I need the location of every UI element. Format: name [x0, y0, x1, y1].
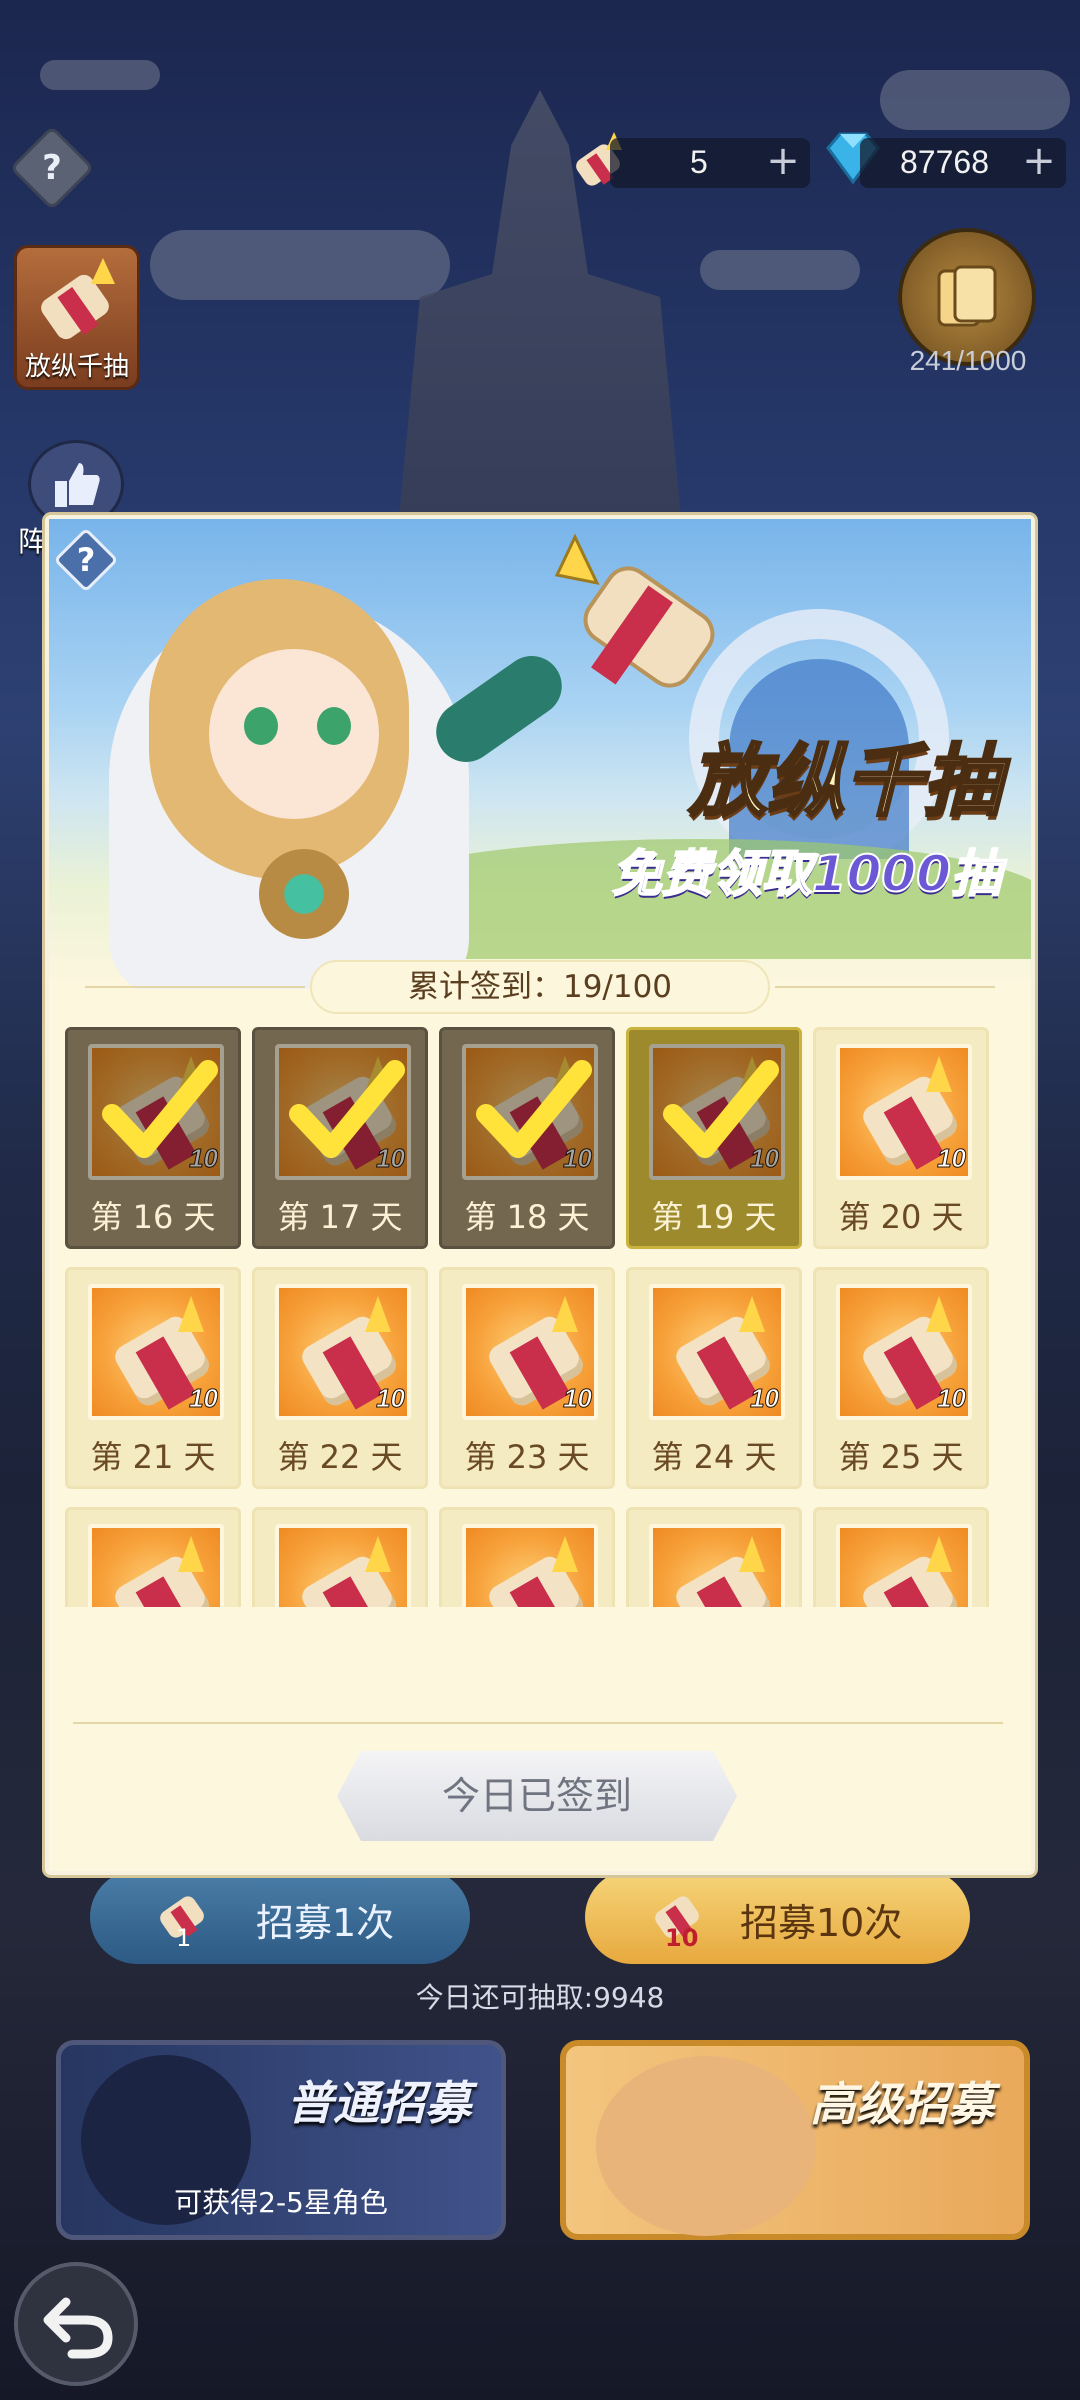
day-reward-grid[interactable]: 10 第 16 天 10 第 17 天 10 第 18 天 10 第 19 天 10 第 20 天… [65, 1027, 1015, 1607]
event-thousand-draws-button[interactable]: 放纵千抽 [14, 245, 140, 390]
ticket-count: 5 [690, 144, 708, 180]
reward-quantity: 10 [750, 1383, 780, 1414]
reward-quantity: 10 [937, 1383, 967, 1414]
banner-character-eye [244, 707, 278, 745]
day-label: 第 24 天 [651, 1438, 777, 1476]
recruit-once-cost: 1 [176, 1924, 192, 1952]
question-icon: ? [42, 148, 62, 188]
sign-in-progress: 累计签到：19/100 [310, 960, 770, 1014]
add-ticket-button[interactable]: + [764, 141, 802, 182]
reward-quantity: 10 [376, 1383, 406, 1414]
reward-scroll-icon: 10 [836, 1524, 972, 1607]
advanced-recruit-title: 高级招募 [810, 2077, 994, 2131]
banner-character-eye [317, 707, 351, 745]
day-reward-cell[interactable]: 10 第 18 天 [439, 1027, 615, 1249]
day-reward-cell[interactable]: 10 第 23 天 [439, 1267, 615, 1489]
reward-scroll-icon: 10 [275, 1524, 411, 1607]
day-label: 第 20 天 [838, 1198, 964, 1236]
day-label: 第 19 天 [651, 1198, 777, 1236]
reward-scroll-icon: 10 [836, 1284, 972, 1420]
sign-in-popup: 放纵千抽 免费领取1000抽 ? 累计签到：19/100 10 第 16 天 10 第… [45, 515, 1035, 1875]
pool-progress: 241/1000 [909, 345, 1027, 376]
day-label: 第 25 天 [838, 1438, 964, 1476]
day-reward-cell[interactable]: 10 第 16 天 [65, 1027, 241, 1249]
event-subtitle: 免费领取1000抽 [611, 844, 1002, 904]
day-label: 第 21 天 [90, 1438, 216, 1476]
popup-help-button[interactable]: ? [53, 527, 119, 593]
lineup-label: 阵 [18, 525, 47, 558]
day-label: 第 22 天 [277, 1438, 403, 1476]
recruit-ten-cost: 10 [665, 1924, 699, 1952]
recruit-ten-button[interactable]: 10 招募10次 [585, 1870, 970, 1964]
day-reward-cell[interactable]: 10 第 20 天 [813, 1027, 989, 1249]
reward-scroll-icon: 10 [649, 1524, 785, 1607]
banner-character-face [209, 649, 379, 819]
scroll-icon [41, 258, 115, 340]
day-reward-cell[interactable]: 10第 29 天 [626, 1507, 802, 1607]
day-reward-cell[interactable]: 10 第 24 天 [626, 1267, 802, 1489]
reward-scroll-icon: 10 [88, 1524, 224, 1607]
advanced-recruit-character-art [596, 2056, 816, 2236]
reward-scroll-icon: 10 [649, 1284, 785, 1420]
reward-quantity: 10 [189, 1383, 219, 1414]
question-icon: ? [76, 541, 96, 579]
day-reward-cell[interactable]: 10 第 19 天 [626, 1027, 802, 1249]
card-deck-icon [937, 265, 997, 327]
normal-recruit-subtitle: 可获得2-5星角色 [174, 2186, 388, 2219]
remaining-draws-text: 今日还可抽取:9948 [415, 1981, 665, 2014]
diamond-count: 87768 [900, 144, 989, 180]
day-reward-cell[interactable]: 10第 30 天 [813, 1507, 989, 1607]
ticket-counter: 5 + [610, 138, 810, 188]
back-arrow-icon [43, 2297, 113, 2359]
thumbs-up-icon [55, 463, 100, 507]
normal-recruit-tab[interactable]: 普通招募 可获得2-5星角色 [56, 2040, 506, 2240]
day-reward-cell[interactable]: 10 第 22 天 [252, 1267, 428, 1489]
day-label: 第 23 天 [464, 1438, 590, 1476]
reward-scroll-icon: 10 [88, 1284, 224, 1420]
day-reward-cell[interactable]: 10 第 21 天 [65, 1267, 241, 1489]
reward-scroll-icon: 10 [462, 1524, 598, 1607]
day-reward-cell[interactable]: 10第 28 天 [439, 1507, 615, 1607]
diamond-counter: 87768 + [860, 138, 1066, 188]
day-reward-cell[interactable]: 10 第 25 天 [813, 1267, 989, 1489]
day-reward-cell[interactable]: 10 第 17 天 [252, 1027, 428, 1249]
normal-recruit-title: 普通招募 [287, 2076, 471, 2130]
recruit-once-label: 招募1次 [256, 1901, 395, 1945]
recruit-ten-label: 招募10次 [740, 1901, 903, 1945]
check-icon [476, 1060, 592, 1158]
reward-scroll-icon: 10 [462, 1284, 598, 1420]
check-icon [289, 1060, 405, 1158]
banner-character-medal [259, 849, 349, 939]
advanced-recruit-tab[interactable]: 高级招募 [560, 2040, 1030, 2240]
day-label: 第 17 天 [277, 1198, 403, 1236]
progress-divider [85, 986, 305, 988]
add-diamond-button[interactable]: + [1020, 141, 1058, 182]
day-label: 第 18 天 [464, 1198, 590, 1236]
day-reward-cell[interactable]: 10第 27 天 [252, 1507, 428, 1607]
reward-quantity: 10 [563, 1383, 593, 1414]
day-reward-cell[interactable]: 10第 26 天 [65, 1507, 241, 1607]
popup-banner: 放纵千抽 免费领取1000抽 [49, 519, 1031, 989]
reward-scroll-icon: 10 [836, 1044, 972, 1180]
signed-today-button[interactable]: 今日已签到 [337, 1751, 737, 1841]
scroll-icon [554, 533, 715, 688]
check-icon [663, 1060, 779, 1158]
check-icon [102, 1060, 218, 1158]
day-label: 第 16 天 [90, 1198, 216, 1236]
reward-scroll-icon: 10 [275, 1284, 411, 1420]
event-button-label: 放纵千抽 [24, 352, 129, 382]
event-title: 放纵千抽 [687, 736, 1002, 829]
reward-quantity: 10 [937, 1143, 967, 1174]
recruit-once-button[interactable]: 1 招募1次 [90, 1870, 470, 1964]
back-button[interactable] [14, 2262, 138, 2386]
progress-divider [775, 986, 995, 988]
grid-bottom-divider [73, 1722, 1003, 1724]
